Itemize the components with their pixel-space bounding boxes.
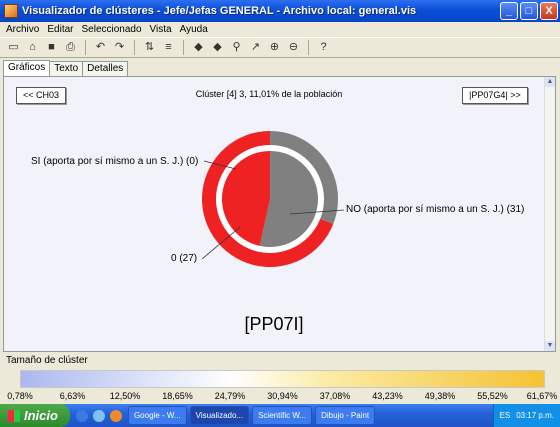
- minimize-button[interactable]: _: [500, 2, 518, 20]
- view-tabs: Gráficos Texto Detalles: [3, 60, 129, 76]
- legend-tick-label: 18,65%: [162, 391, 193, 401]
- tab-graficos[interactable]: Gráficos: [3, 60, 51, 76]
- menu-ayuda[interactable]: Ayuda: [180, 24, 208, 35]
- undo-icon[interactable]: ↶: [93, 40, 108, 55]
- menu-editar[interactable]: Editar: [47, 24, 73, 35]
- legend-tick-label: 61,67%: [526, 391, 558, 401]
- menu-archivo[interactable]: Archivo: [6, 24, 39, 35]
- taskbar: Inicio Google - W... Visualizado... Scie…: [0, 404, 560, 427]
- legend-ticks: 0,78% 6,63% 12,50% 18,65% 24,79% 30,94% 37,08%…: [0, 391, 560, 401]
- slice-label-si: SI (aporta por sí mismo a un S. J.) (0): [31, 156, 199, 167]
- close-button[interactable]: X: [540, 2, 558, 20]
- task-google[interactable]: Google - W...: [127, 406, 187, 425]
- start-label: Inicio: [24, 408, 58, 423]
- tab-detalles[interactable]: Detalles: [82, 61, 129, 76]
- ie-icon[interactable]: [75, 409, 88, 422]
- chart-icon[interactable]: ↗: [248, 40, 263, 55]
- windows-logo-icon: [8, 409, 20, 422]
- sort-icon[interactable]: ⇅: [142, 40, 157, 55]
- legend-tick-label: 6,63%: [59, 391, 86, 401]
- legend-tick-label: 37,08%: [319, 391, 351, 401]
- app-icon: [4, 4, 18, 18]
- help-icon[interactable]: ?: [316, 40, 331, 55]
- zoom-out-icon[interactable]: ⊖: [286, 40, 301, 55]
- legend-tick-label: 24,79%: [214, 391, 246, 401]
- zoom-in-icon[interactable]: ⊕: [267, 40, 282, 55]
- save-icon[interactable]: ■: [44, 40, 59, 55]
- toolbar-separator: [85, 40, 86, 55]
- legend-tick-label: 49,38%: [424, 391, 456, 401]
- task-paint[interactable]: Dibujo - Paint: [315, 406, 376, 425]
- toolbar-separator: [134, 40, 135, 55]
- chart-title: [PP07I]: [244, 314, 304, 334]
- task-visualizador[interactable]: Visualizado...: [189, 406, 250, 425]
- title-bar: Visualizador de clústeres - Jefe/Jefas G…: [0, 0, 560, 22]
- legend-tick-label: 30,94%: [267, 391, 298, 401]
- legend-tick-label: 55,52%: [477, 391, 508, 401]
- toolbar: ▭ ⌂ ■ ⎙ ↶ ↷ ⇅ ≡ ◆ ◆ ⚲ ↗ ⊕ ⊖ ?: [0, 37, 560, 58]
- window-title: Visualizador de clústeres - Jefe/Jefas G…: [22, 5, 417, 17]
- find-icon[interactable]: ⚲: [229, 40, 244, 55]
- toolbar-separator: [308, 40, 309, 55]
- scroll-up-arrow[interactable]: ▲: [545, 77, 555, 87]
- tab-texto[interactable]: Texto: [49, 61, 84, 76]
- language-indicator[interactable]: ES: [500, 411, 511, 420]
- legend-tick-label: 12,50%: [109, 391, 141, 401]
- legend-title: Tamaño de clúster: [6, 355, 88, 366]
- task-scientific[interactable]: Scientific W...: [252, 406, 313, 425]
- filter-icon[interactable]: ≡: [161, 40, 176, 55]
- vertical-scrollbar[interactable]: ▲ ▼: [544, 77, 555, 351]
- new-icon[interactable]: ▭: [6, 40, 21, 55]
- clock: 03:17 p.m.: [516, 411, 554, 420]
- print-icon[interactable]: ⎙: [63, 40, 78, 55]
- toolbar-separator: [183, 40, 184, 55]
- quick-launch: [70, 409, 128, 422]
- start-button[interactable]: Inicio: [0, 404, 70, 427]
- menu-vista[interactable]: Vista: [150, 24, 172, 35]
- menu-bar: Archivo Editar Seleccionado Vista Ayuda: [0, 22, 560, 36]
- slice-label-0: 0 (27): [171, 253, 198, 264]
- firefox-icon[interactable]: [109, 409, 122, 422]
- media-icon[interactable]: [92, 409, 105, 422]
- slice-label-no: NO (aporta por sí mismo a un S. J.) (31): [346, 204, 525, 215]
- cluster-size-gradient: [20, 370, 545, 388]
- forward-icon[interactable]: ◆: [210, 40, 225, 55]
- scroll-down-arrow[interactable]: ▼: [545, 341, 555, 351]
- back-icon[interactable]: ◆: [191, 40, 206, 55]
- maximize-button[interactable]: □: [520, 2, 538, 20]
- redo-icon[interactable]: ↷: [112, 40, 127, 55]
- chart-panel: << CH03 Clúster [4] 3, 11,01% de la pobl…: [3, 76, 556, 352]
- menu-seleccionado[interactable]: Seleccionado: [81, 24, 141, 35]
- legend-tick-label: 43,23%: [372, 391, 403, 401]
- legend-tick-label: 0,78%: [7, 391, 33, 401]
- system-tray: ES 03:17 p.m.: [492, 404, 560, 427]
- open-icon[interactable]: ⌂: [25, 40, 40, 55]
